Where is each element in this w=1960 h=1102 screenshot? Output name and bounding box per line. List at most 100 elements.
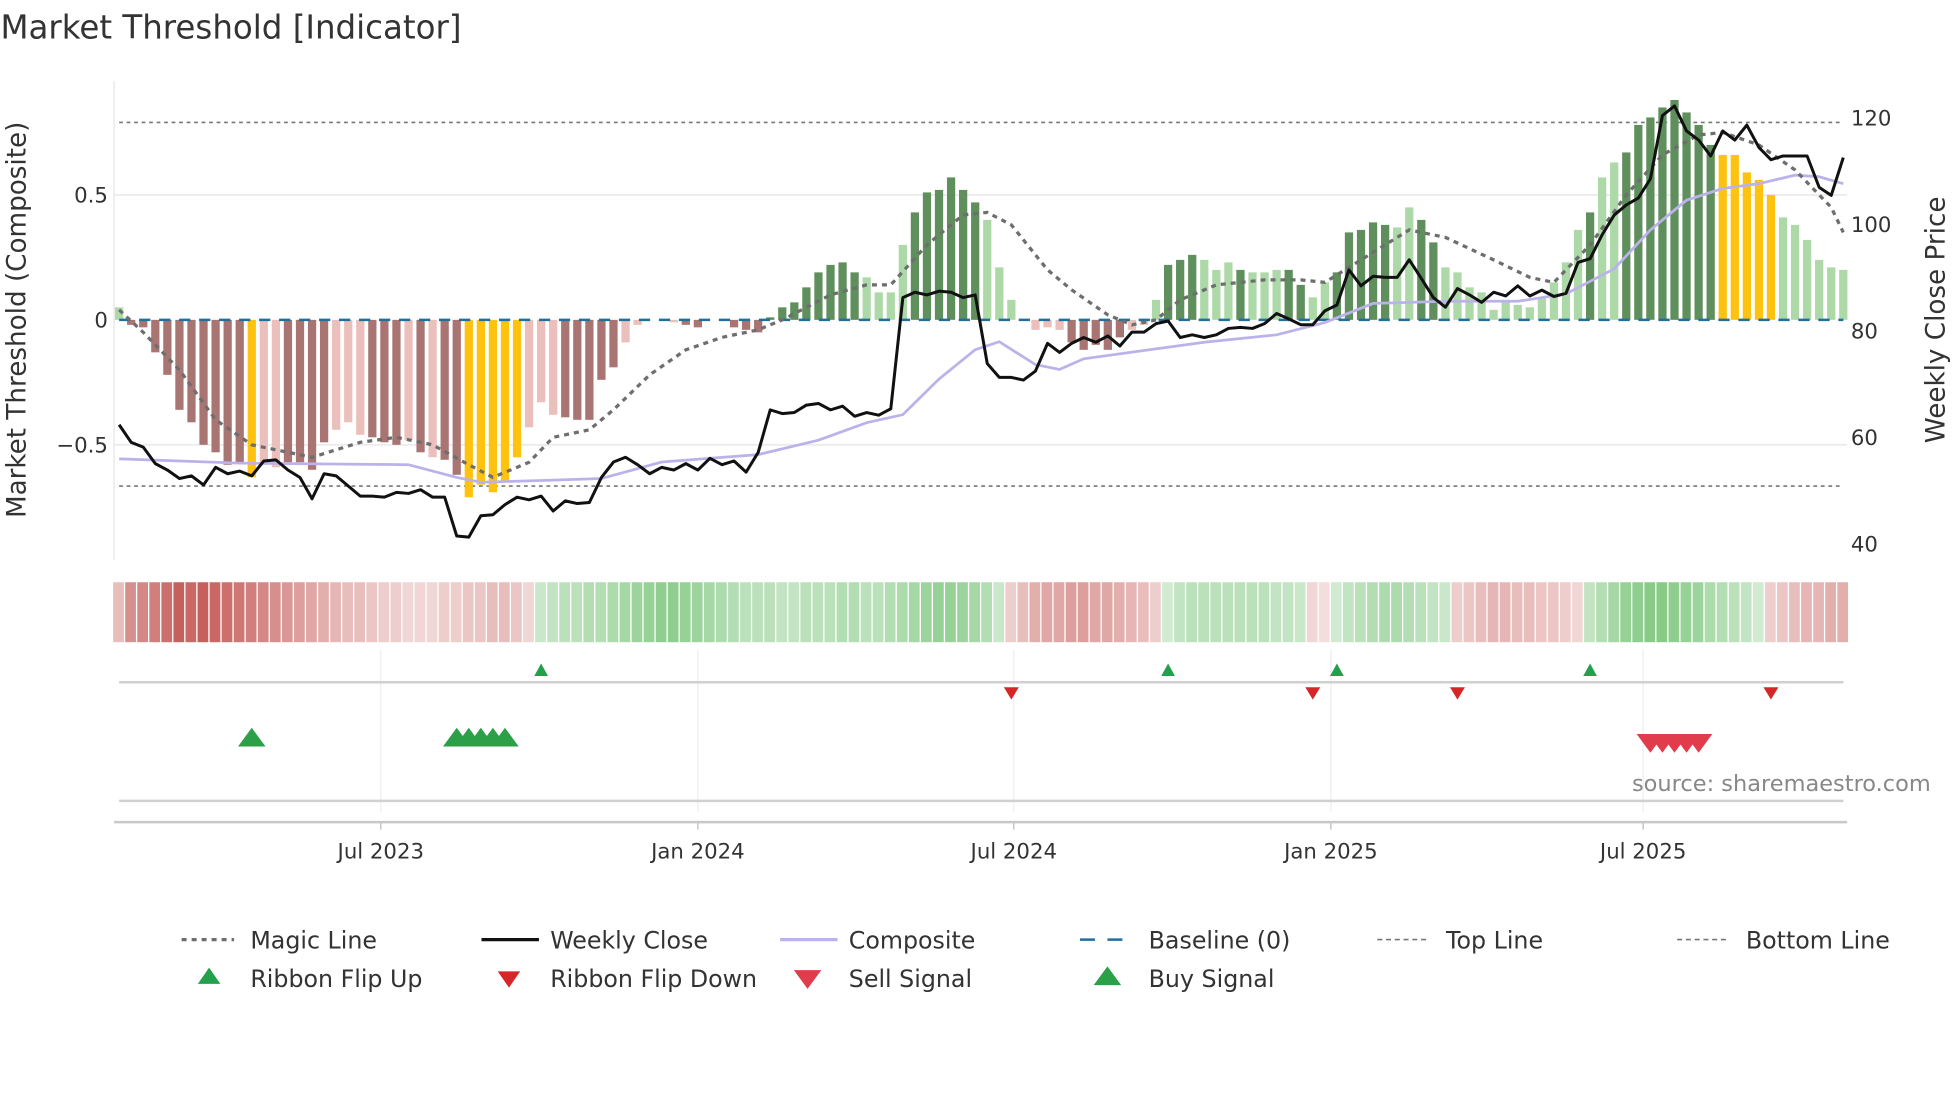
ribbon-cell (752, 582, 763, 643)
composite-bar (1296, 284, 1305, 320)
legend-label: Sell Signal (849, 965, 972, 993)
ribbon-cell (1463, 582, 1475, 643)
composite-bar (1622, 152, 1631, 320)
ribbon-cell (1125, 582, 1137, 643)
composite-bar (1163, 264, 1173, 320)
composite-bar (1754, 179, 1764, 320)
composite-bar (476, 319, 485, 485)
composite-bar (1634, 124, 1643, 320)
legend-label: Magic Line (250, 926, 377, 954)
legend-item-flip_up: Ribbon Flip Up (197, 965, 422, 993)
ribbon-cell (293, 582, 305, 643)
legend: Magic Line Weekly Close Composite Baseline … (181, 926, 1890, 993)
ribbon-cell (812, 582, 824, 643)
composite-bar (235, 319, 244, 463)
legend-item-composite: Composite (780, 926, 975, 954)
ribbon-cell (269, 582, 281, 643)
ribbon-cell (1740, 582, 1752, 643)
composite-bar (1308, 297, 1317, 320)
ribbon-cell (1029, 582, 1041, 643)
market-threshold-chart: Market Threshold [Indicator] Market Thre… (0, 9, 1951, 993)
ribbon-cell (740, 582, 751, 643)
ribbon-cell (607, 582, 619, 643)
ribbon-cell (1391, 582, 1402, 643)
ribbon-cell (848, 582, 860, 643)
ribbon-cell (679, 582, 691, 643)
right-tick-label: 40 (1851, 532, 1878, 557)
composite-bar (729, 319, 739, 328)
ribbon-flip-down-icon (497, 971, 521, 988)
ribbon-cell (872, 582, 884, 643)
composite-bar (1610, 162, 1619, 320)
composite-bar (175, 319, 184, 410)
composite-bar (416, 319, 425, 453)
composite-bar (404, 319, 413, 440)
composite-bar (1489, 309, 1498, 320)
composite-bar (802, 287, 811, 320)
ribbon-cell (836, 582, 848, 643)
ribbon-cell (559, 582, 570, 643)
composite-bar (283, 319, 293, 463)
ribbon-cell (330, 582, 341, 643)
composite-bar (1694, 124, 1703, 320)
right-tick-label: 120 (1851, 107, 1892, 132)
ribbon-cell (619, 582, 631, 643)
composite-bar (1827, 267, 1836, 320)
composite-bar (512, 319, 522, 458)
ribbon-cell (1053, 582, 1065, 643)
composite-bar (1778, 217, 1788, 320)
x-tick-label: Jul 2024 (969, 839, 1057, 864)
composite-bar (1151, 299, 1161, 320)
composite-bars (115, 99, 1848, 498)
ribbon-cell (1222, 582, 1234, 643)
ribbon-cell (306, 582, 317, 643)
composite-bar (669, 319, 678, 323)
ribbon-cell (498, 582, 510, 643)
buy-signal-icon (1093, 966, 1122, 986)
ribbon-cell (1752, 582, 1764, 643)
composite-bar (1803, 239, 1812, 320)
ribbon-cell (221, 582, 233, 643)
legend-label: Bottom Line (1746, 926, 1890, 954)
ribbon-flip-up-icon (197, 967, 221, 984)
ribbon-cell (933, 582, 944, 643)
ribbon-cell (390, 582, 402, 643)
composite-bar (1188, 254, 1197, 320)
ribbon-cell (161, 582, 173, 643)
composite-bar (983, 219, 992, 320)
legend-item-buy: Buy Signal (1093, 965, 1274, 993)
ribbon-cell (631, 582, 643, 643)
ribbon-cell (233, 582, 245, 643)
composite-bar (464, 319, 473, 498)
composite-bar (741, 319, 751, 330)
ribbon-cell (402, 582, 414, 643)
ribbon-cell (764, 582, 775, 643)
composite-bar (886, 292, 895, 320)
ribbon-cell (715, 582, 727, 643)
ribbon-cell (595, 582, 607, 643)
magic-line (118, 130, 1845, 480)
right-tick-label: 60 (1851, 426, 1878, 451)
composite-bar (1055, 319, 1064, 330)
composite-bar (934, 189, 944, 320)
composite-bar (537, 319, 546, 403)
composite-bar (1453, 272, 1462, 320)
ribbon-cell (691, 582, 703, 643)
ribbon-cell (342, 582, 353, 643)
legend-label: Ribbon Flip Down (550, 965, 757, 993)
ribbon-flip-down-icon (1003, 687, 1019, 700)
ribbon-cell (1499, 582, 1511, 643)
ribbon-cell (1764, 582, 1776, 643)
ribbon-cell (884, 582, 896, 643)
chart-title: Market Threshold [Indicator] (0, 9, 461, 47)
ribbon-cell (957, 582, 968, 643)
composite-bar (1007, 299, 1016, 320)
composite-bar (874, 292, 883, 320)
left-tick-label: 0 (94, 308, 108, 333)
composite-bar (826, 264, 835, 320)
ribbon-cell (1330, 582, 1342, 643)
ribbon-cell (981, 582, 992, 643)
ribbon-cell (511, 582, 522, 643)
ribbon-cell (571, 582, 583, 643)
x-tick-label: Jan 2025 (1282, 839, 1378, 864)
